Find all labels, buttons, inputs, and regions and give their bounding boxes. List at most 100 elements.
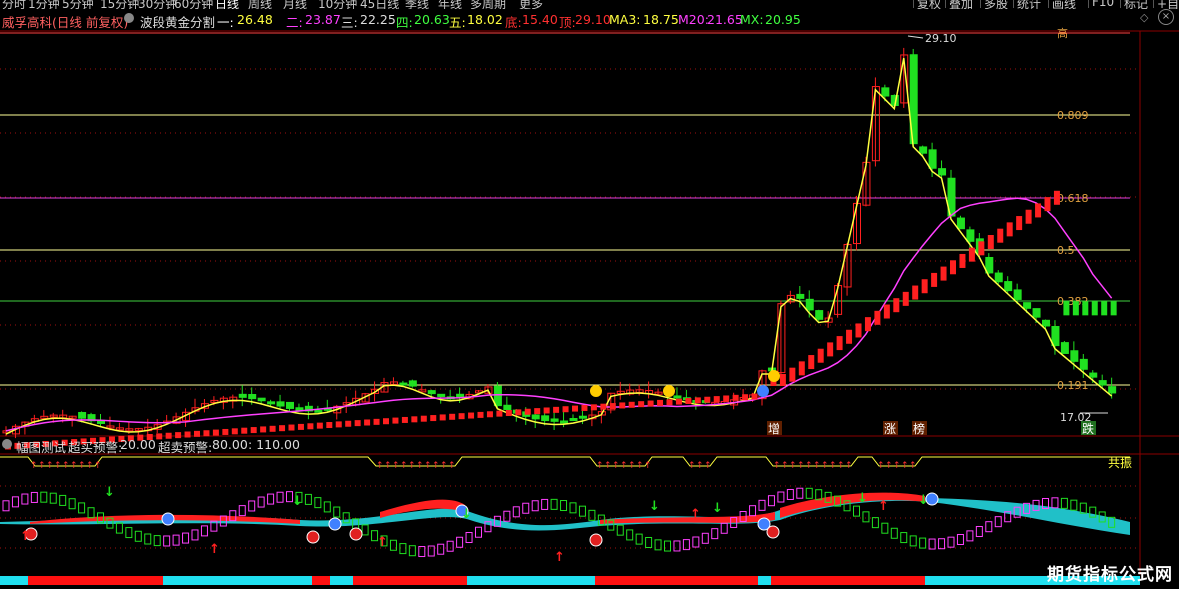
warn-arrow-2-628: ↑ xyxy=(628,461,636,471)
warn-arrow-4-797: ↑ xyxy=(797,461,805,471)
trend-bar-41 xyxy=(392,417,399,424)
m20-line xyxy=(5,197,1113,432)
candle-body-85 xyxy=(805,298,814,311)
extra-value: : 110.00 xyxy=(248,437,300,452)
warn-arrow-4-845: ↑ xyxy=(845,461,853,471)
trend-bar-113 xyxy=(1072,301,1079,316)
candle-body-112 xyxy=(1060,342,1069,354)
trend-bar-101 xyxy=(959,253,966,268)
trend-bar-48 xyxy=(458,413,465,420)
trend-bar-78 xyxy=(742,394,749,401)
candle-body-26 xyxy=(248,394,257,400)
warn-arrow-1-400: ↑ xyxy=(400,461,408,471)
candle-body-113 xyxy=(1070,350,1079,362)
signal-arrow-11: ↓ xyxy=(857,491,868,506)
trend-bar-20 xyxy=(194,430,200,437)
trend-bar-25 xyxy=(241,427,248,434)
trend-bar-117 xyxy=(1110,301,1117,316)
osc-box-82 xyxy=(777,491,785,503)
osc-box-45 xyxy=(427,545,435,557)
osc-box-29 xyxy=(276,491,284,503)
trend-bar-36 xyxy=(345,420,352,427)
trend-bar-85 xyxy=(808,355,815,370)
osc-box-14 xyxy=(134,530,142,542)
warn-arrow-2-604: ↑ xyxy=(604,461,612,471)
trend-bar-77 xyxy=(732,394,739,401)
osc-box-95 xyxy=(900,532,908,544)
sub-settings-icon[interactable] xyxy=(2,439,12,449)
event-tag-1: 涨 xyxy=(884,421,896,436)
trend-bar-67 xyxy=(638,401,645,408)
osc-box-94 xyxy=(890,527,898,539)
trend-bar-62 xyxy=(590,404,597,411)
warn-arrow-4-837: ↑ xyxy=(837,461,845,471)
trend-bar-58 xyxy=(553,406,560,413)
event-tag-0: 增 xyxy=(768,422,780,436)
candle-body-101 xyxy=(956,217,965,230)
sub-chart-header: 幅图测试 超买预警: 20.00 超卖预警: 80.00 : 110.00 xyxy=(0,437,1179,456)
osc-box-16 xyxy=(153,535,161,547)
candle-body-48 xyxy=(456,393,465,398)
osc-box-114 xyxy=(1079,502,1087,514)
warn-arrow-5-877: ↑ xyxy=(877,461,885,471)
overbuy-value: 20.00 xyxy=(120,437,156,452)
osc-box-84 xyxy=(796,487,804,499)
signal-arrow-9: ↓ xyxy=(649,499,660,514)
candle-body-61 xyxy=(578,415,587,419)
warn-arrow-2-620: ↑ xyxy=(620,461,628,471)
candle-body-102 xyxy=(966,229,975,242)
trend-bar-65 xyxy=(619,402,626,409)
signal-arrow-0: ↑ xyxy=(20,529,31,544)
osc-box-56 xyxy=(531,500,539,512)
osc-box-18 xyxy=(172,534,180,546)
trend-bar-21 xyxy=(203,430,210,437)
candle-body-29 xyxy=(276,401,285,407)
osc-box-5 xyxy=(49,492,57,504)
trend-bar-106 xyxy=(1006,222,1013,237)
trend-bar-87 xyxy=(827,342,834,357)
trend-bar-49 xyxy=(468,412,475,419)
trend-bar-39 xyxy=(373,418,380,425)
signal-arrow-5: ↑ xyxy=(878,499,889,514)
osc-box-0 xyxy=(2,500,10,512)
osc-box-67 xyxy=(635,533,643,545)
osc-box-49 xyxy=(465,532,473,544)
smiley-icon-2 xyxy=(757,385,769,397)
trend-bar-79 xyxy=(751,393,758,400)
signal-ball-1 xyxy=(161,512,175,526)
candle-body-56 xyxy=(531,414,540,420)
osc-box-100 xyxy=(947,536,955,548)
candle-body-52 xyxy=(493,385,502,407)
trend-bar-51 xyxy=(486,411,493,418)
trend-bar-99 xyxy=(940,266,947,281)
sub-title[interactable]: 幅图测试 xyxy=(16,437,66,456)
trend-bar-64 xyxy=(609,403,616,410)
warn-arrow-1-408: ↑ xyxy=(408,461,416,471)
state-strip-3 xyxy=(312,576,330,585)
trend-bar-68 xyxy=(647,400,654,407)
osc-box-35 xyxy=(333,506,341,518)
trend-bar-72 xyxy=(685,398,692,405)
candle-body-8 xyxy=(78,412,87,419)
trend-bar-98 xyxy=(931,272,938,287)
trend-bar-29 xyxy=(279,425,286,432)
candles xyxy=(2,47,1117,439)
trend-bar-103 xyxy=(978,241,985,256)
warn-arrow-3-704: ↑ xyxy=(704,461,712,471)
osc-box-15 xyxy=(144,533,152,545)
trend-bar-114 xyxy=(1082,301,1089,316)
warn-arrow-2-612: ↑ xyxy=(612,461,620,471)
trend-bar-76 xyxy=(723,395,730,402)
osc-box-90 xyxy=(853,505,860,517)
trend-bar-70 xyxy=(666,399,673,406)
trend-bar-22 xyxy=(212,429,219,436)
state-strip-5 xyxy=(353,576,467,585)
trend-bar-97 xyxy=(921,279,928,294)
signal-arrow-2: ↑ xyxy=(377,535,388,550)
warn-arrow-4-789: ↑ xyxy=(789,461,797,471)
osc-box-7 xyxy=(68,498,76,510)
osc-box-112 xyxy=(1060,497,1068,509)
osc-box-6 xyxy=(59,494,67,506)
candle-body-25 xyxy=(238,393,247,398)
candle-body-114 xyxy=(1079,358,1088,370)
